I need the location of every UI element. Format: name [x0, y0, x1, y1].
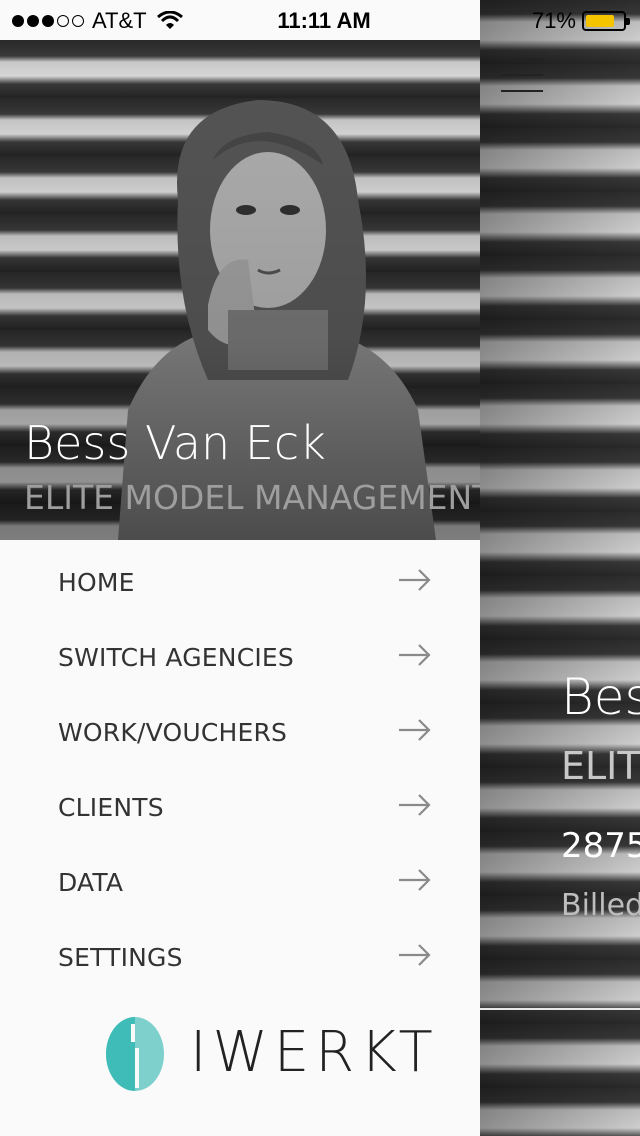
menu-item-data[interactable]: DATA — [0, 846, 480, 921]
main-amount: 2875 — [561, 826, 640, 866]
menu-item-label: WORK/VOUCHERS — [58, 718, 288, 747]
main-screen-overlay — [480, 0, 640, 1136]
menu-item-clients[interactable]: CLIENTS — [0, 771, 480, 846]
menu-item-home[interactable]: HOME — [0, 546, 480, 621]
profile-hero: Bess Van Eck ELITE MODEL MANAGEMENT - N — [0, 40, 480, 540]
drawer-menu: HOME SWITCH AGENCIES WORK/VOUCHERS CLIEN… — [0, 546, 480, 996]
menu-item-switch-agencies[interactable]: SWITCH AGENCIES — [0, 621, 480, 696]
hamburger-menu-icon[interactable] — [501, 58, 543, 94]
main-profile-name: Bes — [561, 668, 640, 726]
main-divider — [480, 1008, 640, 1010]
battery-percent: 71% — [531, 8, 576, 33]
iwerkt-logo: IWERKT — [104, 1014, 433, 1094]
logo-text: IWERKT — [190, 1020, 439, 1085]
menu-item-label: HOME — [58, 568, 135, 597]
arrow-right-icon — [399, 794, 431, 816]
arrow-right-icon — [399, 569, 431, 591]
status-bar: AT&T 11:11 AM 71% — [0, 0, 640, 40]
arrow-right-icon — [399, 869, 431, 891]
profile-agency: ELITE MODEL MANAGEMENT - N — [24, 478, 480, 517]
menu-item-label: DATA — [58, 868, 124, 897]
profile-name: Bess Van Eck — [24, 416, 326, 470]
menu-item-label: CLIENTS — [58, 793, 164, 822]
menu-item-work-vouchers[interactable]: WORK/VOUCHERS — [0, 696, 480, 771]
iwerkt-logo-icon — [106, 1017, 164, 1091]
arrow-right-icon — [399, 944, 431, 966]
arrow-right-icon — [399, 644, 431, 666]
battery-icon — [582, 11, 630, 31]
navigation-drawer: Bess Van Eck ELITE MODEL MANAGEMENT - N … — [0, 0, 480, 1136]
status-right: 71% — [531, 8, 630, 34]
main-screen-background: Bes ELITE 2875 Billed — [480, 0, 640, 1136]
arrow-right-icon — [399, 719, 431, 741]
menu-item-settings[interactable]: SETTINGS — [0, 921, 480, 996]
menu-item-label: SWITCH AGENCIES — [58, 643, 294, 672]
main-agency-name: ELITE — [561, 744, 640, 788]
menu-item-label: SETTINGS — [58, 943, 183, 972]
main-billed-label: Billed — [561, 888, 640, 923]
